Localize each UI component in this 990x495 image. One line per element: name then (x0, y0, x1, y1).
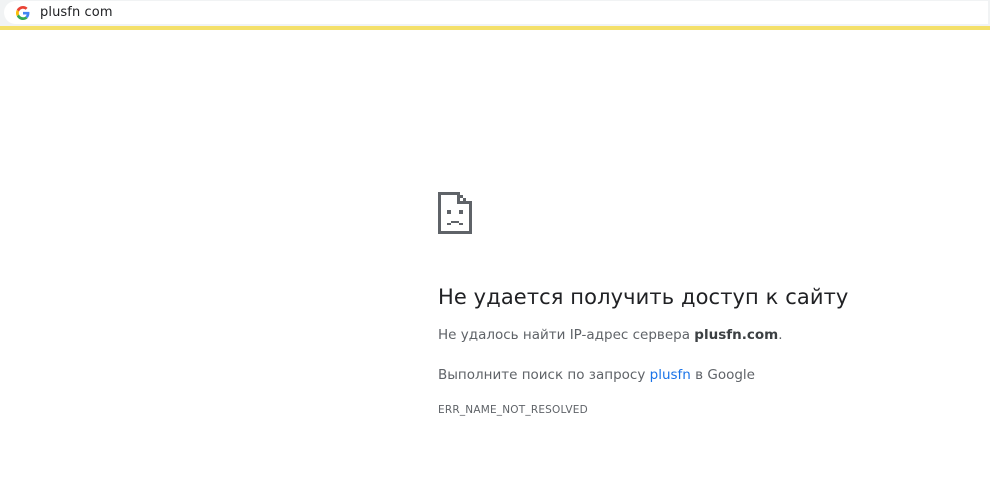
error-description: Не удалось найти IP-адрес сервера plusfn… (438, 326, 978, 344)
error-title: Не удается получить доступ к сайту (438, 285, 849, 309)
error-page: Не удается получить доступ к сайту Не уд… (438, 192, 978, 416)
error-description-prefix: Не удалось найти IP-адрес сервера (438, 327, 695, 343)
error-host: plusfn.com (694, 327, 779, 343)
search-suggestion-prefix: Выполните поиск по запросу (438, 367, 650, 383)
search-link[interactable]: plusfn (650, 367, 691, 383)
url-text[interactable]: plusfn com (40, 5, 113, 20)
google-g-icon (15, 5, 31, 21)
address-bar-strip: plusfn com (0, 0, 990, 30)
sad-document-icon (438, 192, 978, 234)
error-code: ERR_NAME_NOT_RESOLVED (438, 404, 588, 416)
error-description-suffix: . (778, 327, 783, 343)
search-suggestion-suffix: в Google (690, 367, 755, 383)
address-bar[interactable]: plusfn com (4, 1, 988, 24)
search-suggestion: Выполните поиск по запросу plusfn в Goog… (438, 366, 978, 384)
